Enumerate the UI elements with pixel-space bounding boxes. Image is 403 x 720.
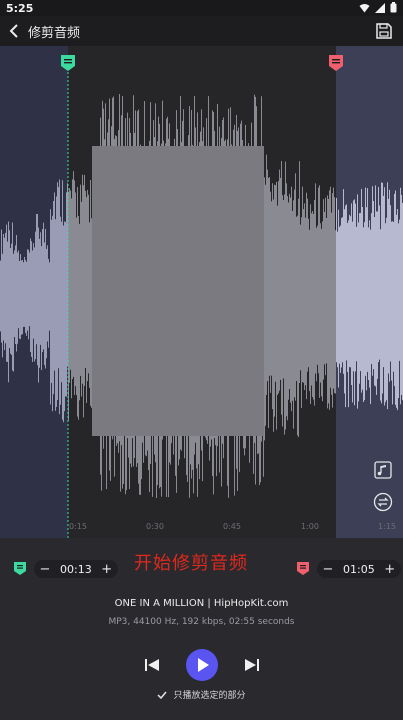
play-button[interactable] (186, 649, 218, 681)
end-time-value[interactable]: 01:05 (335, 563, 383, 576)
swap-icon (373, 492, 393, 512)
skip-next-icon (245, 659, 259, 671)
track-meta: MP3, 44100 Hz, 192 kbps, 02:55 seconds (108, 617, 295, 627)
timeline-tick: 0:30 (146, 522, 164, 531)
play-selection-only-option[interactable]: 只播放选定的部分 (0, 688, 403, 701)
music-file-button[interactable] (373, 460, 393, 480)
page-title: 修剪音频 (28, 26, 81, 41)
start-time-control: − 00:13 + (14, 560, 118, 578)
play-selection-only-label: 只播放选定的部分 (173, 691, 246, 701)
start-time-stepper: − 00:13 + (34, 560, 118, 578)
waveform-core (92, 146, 264, 436)
app-bar: 修剪音频 (0, 16, 403, 46)
swap-button[interactable] (373, 492, 393, 512)
waveform-editor[interactable] (0, 46, 403, 538)
skip-previous-icon (145, 659, 159, 671)
controls-panel: − 00:13 + 开始修剪音频 − 01:05 + ONE IN A MILL… (0, 538, 403, 720)
status-icons (359, 2, 397, 13)
start-time-plus-button[interactable]: + (100, 562, 114, 577)
end-time-minus-button[interactable]: − (321, 562, 335, 577)
timeline-tick: 1:15 (378, 522, 396, 531)
music-note-icon (374, 461, 392, 479)
checkmark-icon[interactable] (157, 690, 168, 700)
waveform[interactable] (0, 46, 403, 538)
back-button[interactable] (5, 20, 25, 42)
end-time-stepper: − 01:05 + (317, 560, 401, 578)
timeline-tick: 0:45 (223, 522, 241, 531)
start-time-minus-button[interactable]: − (38, 562, 52, 577)
start-marker-icon (14, 562, 26, 575)
overlay-caption: 开始修剪音频 (134, 553, 248, 574)
save-button[interactable] (375, 22, 393, 40)
status-bar: 5:25 (0, 0, 403, 16)
timeline-tick: 1:00 (301, 522, 319, 531)
end-time-control: − 01:05 + (297, 560, 401, 578)
back-arrow-icon (9, 24, 18, 38)
status-time: 5:25 (6, 2, 34, 15)
next-button[interactable] (244, 649, 260, 685)
track-title: ONE IN A MILLION | HipHopKit.com (114, 598, 289, 609)
save-icon (376, 23, 392, 39)
play-icon (198, 658, 209, 672)
end-marker-icon (297, 562, 309, 575)
previous-button[interactable] (144, 649, 160, 685)
battery-icon (390, 2, 397, 13)
signal-icon (375, 2, 385, 13)
end-time-plus-button[interactable]: + (383, 562, 397, 577)
timeline-tick: 0:15 (69, 522, 87, 531)
timeline: 0:15 0:30 0:45 1:00 1:15 (0, 520, 403, 538)
wifi-icon (359, 3, 370, 12)
start-time-value[interactable]: 00:13 (52, 563, 100, 576)
